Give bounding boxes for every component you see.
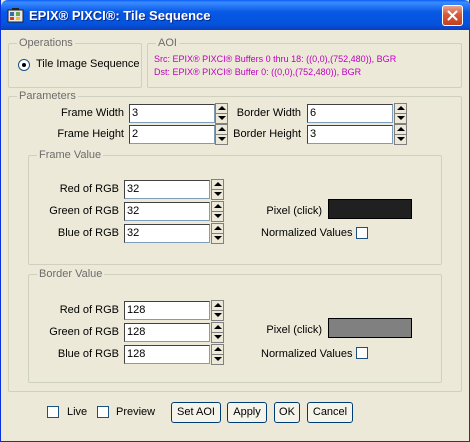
spin-down-icon[interactable] (395, 135, 406, 144)
spin-down-icon[interactable] (212, 355, 223, 364)
spin-down-icon[interactable] (212, 311, 223, 320)
operations-legend: Operations (19, 37, 73, 49)
close-icon (447, 10, 458, 21)
border-value-legend: Border Value (39, 268, 103, 280)
aoi-source: Src: EPIX® PIXCI® Buffers 0 thru 18: ((0… (154, 54, 397, 64)
border-height-label: Border Height (233, 128, 301, 140)
spin-down-icon[interactable] (212, 234, 223, 243)
border-blue-label: Blue of RGB (57, 348, 119, 360)
frame-height-label: Frame Height (57, 128, 124, 140)
border-pixel-label: Pixel (click) (266, 324, 322, 336)
live-label: Live (67, 406, 88, 418)
spin-up-icon[interactable] (212, 345, 223, 355)
frame-red-input[interactable]: 32 (124, 180, 210, 199)
frame-width-label: Frame Width (61, 107, 124, 119)
frame-height-input[interactable]: 2 (129, 125, 215, 144)
spin-down-icon[interactable] (395, 114, 406, 123)
spin-down-icon[interactable] (216, 114, 227, 123)
border-red-label: Red of RGB (59, 304, 119, 316)
border-green-label: Green of RGB (49, 326, 119, 338)
frame-height-spinner[interactable] (215, 124, 228, 145)
frame-width-input[interactable]: 3 (129, 104, 215, 123)
spin-up-icon[interactable] (212, 180, 223, 190)
cancel-button[interactable]: Cancel (307, 402, 353, 423)
spin-up-icon[interactable] (212, 224, 223, 234)
tile-image-sequence-label: Tile Image Sequence (36, 58, 140, 70)
aoi-legend: AOI (158, 37, 177, 49)
frame-normalized-label: Normalized Values (261, 227, 353, 239)
spin-up-icon[interactable] (212, 301, 223, 311)
frame-red-spinner[interactable] (211, 179, 224, 200)
border-blue-input[interactable]: 128 (124, 345, 210, 364)
parameters-legend: Parameters (19, 90, 76, 102)
border-red-spinner[interactable] (211, 300, 224, 321)
border-normalized-checkbox[interactable] (356, 347, 368, 359)
spin-down-icon[interactable] (212, 333, 223, 342)
spin-up-icon[interactable] (395, 104, 406, 114)
live-checkbox[interactable] (47, 406, 59, 418)
spin-up-icon[interactable] (395, 125, 406, 135)
spin-down-icon[interactable] (212, 212, 223, 221)
title-bar[interactable]: EPIX® PIXCI®: Tile Sequence (1, 0, 470, 30)
set-aoi-button[interactable]: Set AOI (171, 402, 221, 423)
frame-blue-input[interactable]: 32 (124, 224, 210, 243)
frame-pixel-swatch[interactable] (328, 199, 412, 219)
border-green-spinner[interactable] (211, 322, 224, 343)
frame-red-label: Red of RGB (59, 183, 119, 195)
border-width-label: Border Width (236, 107, 301, 119)
app-icon[interactable] (7, 7, 24, 24)
spin-up-icon[interactable] (212, 323, 223, 333)
spin-down-icon[interactable] (212, 190, 223, 199)
border-normalized-label: Normalized Values (261, 348, 353, 360)
border-height-input[interactable]: 3 (307, 125, 393, 144)
border-height-spinner[interactable] (394, 124, 407, 145)
frame-pixel-label: Pixel (click) (266, 205, 322, 217)
spin-down-icon[interactable] (216, 135, 227, 144)
apply-button[interactable]: Apply (227, 402, 267, 423)
tile-sequence-dialog: EPIX® PIXCI®: Tile Sequence Operations T… (0, 0, 470, 442)
frame-value-legend: Frame Value (39, 149, 102, 161)
window-title: EPIX® PIXCI®: Tile Sequence (29, 8, 211, 23)
frame-green-label: Green of RGB (49, 205, 119, 217)
tile-image-sequence-radio[interactable] (18, 59, 30, 71)
frame-green-input[interactable]: 32 (124, 202, 210, 221)
border-blue-spinner[interactable] (211, 344, 224, 365)
border-pixel-swatch[interactable] (328, 318, 412, 338)
border-width-spinner[interactable] (394, 103, 407, 124)
frame-blue-spinner[interactable] (211, 223, 224, 244)
spin-up-icon[interactable] (212, 202, 223, 212)
preview-label: Preview (116, 406, 156, 418)
close-button[interactable] (442, 5, 463, 26)
frame-normalized-checkbox[interactable] (356, 227, 368, 239)
border-red-input[interactable]: 128 (124, 301, 210, 320)
spin-up-icon[interactable] (216, 125, 227, 135)
preview-checkbox[interactable] (97, 406, 109, 418)
border-width-input[interactable]: 6 (307, 104, 393, 123)
spin-up-icon[interactable] (216, 104, 227, 114)
frame-green-spinner[interactable] (211, 201, 224, 222)
aoi-destination: Dst: EPIX® PIXCI® Buffer 0: ((0,0),(752,… (154, 67, 362, 77)
frame-blue-label: Blue of RGB (57, 227, 119, 239)
ok-button[interactable]: OK (274, 402, 300, 423)
border-green-input[interactable]: 128 (124, 323, 210, 342)
frame-width-spinner[interactable] (215, 103, 228, 124)
